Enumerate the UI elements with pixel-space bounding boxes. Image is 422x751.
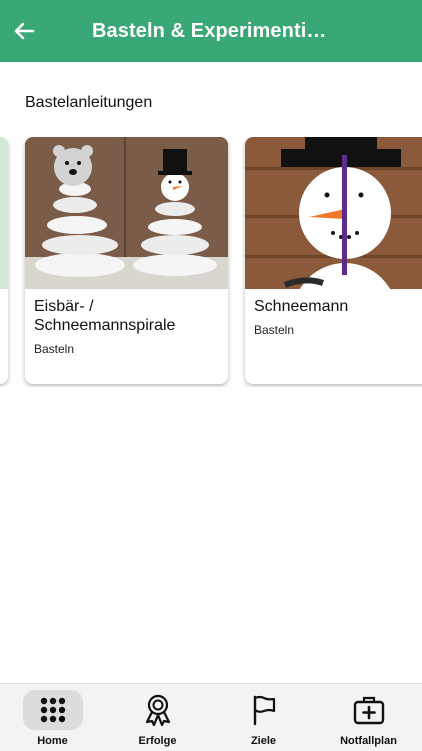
tab-label: Ziele	[250, 735, 277, 747]
card-partial[interactable]	[0, 137, 8, 384]
card-category: Basteln	[34, 342, 75, 356]
card-image	[245, 137, 422, 289]
tab-erfolge[interactable]: Erfolge	[105, 684, 210, 751]
card-title: Eisbär- / Schneemannspirale	[34, 298, 176, 334]
award-icon	[128, 690, 188, 730]
card-category: Basteln	[254, 323, 295, 337]
arrow-left-icon	[14, 22, 35, 40]
card-schneemann[interactable]: Schneemann Basteln	[245, 137, 422, 384]
page-title: Basteln & Experimenti…	[92, 20, 327, 42]
card-eisbaer-spirale[interactable]: Eisbär- / Schneemannspirale Basteln	[25, 137, 228, 384]
flag-icon	[234, 690, 294, 730]
tab-label: Notfallplan	[340, 735, 397, 747]
section-heading: Bastelanleitungen	[25, 94, 153, 111]
back-button[interactable]	[0, 0, 48, 62]
first-aid-kit-icon	[339, 690, 399, 730]
tab-label: Home	[37, 735, 68, 747]
tab-notfallplan[interactable]: Notfallplan	[316, 684, 421, 751]
app-bar: Basteln & Experimenti…	[0, 0, 422, 62]
tab-ziele[interactable]: Ziele	[211, 684, 316, 751]
card-title: Schneemann	[254, 298, 349, 315]
grid-icon	[22, 690, 83, 730]
bottom-tab-bar: Home Erfolge Ziele Notfallplan	[0, 683, 422, 751]
card-image	[25, 137, 228, 289]
tab-label: Erfolge	[138, 735, 177, 747]
tab-home[interactable]: Home	[0, 684, 105, 751]
card-image	[0, 137, 8, 289]
craft-carousel[interactable]: Eisbär- / Schneemannspirale Basteln Schn…	[0, 137, 422, 387]
